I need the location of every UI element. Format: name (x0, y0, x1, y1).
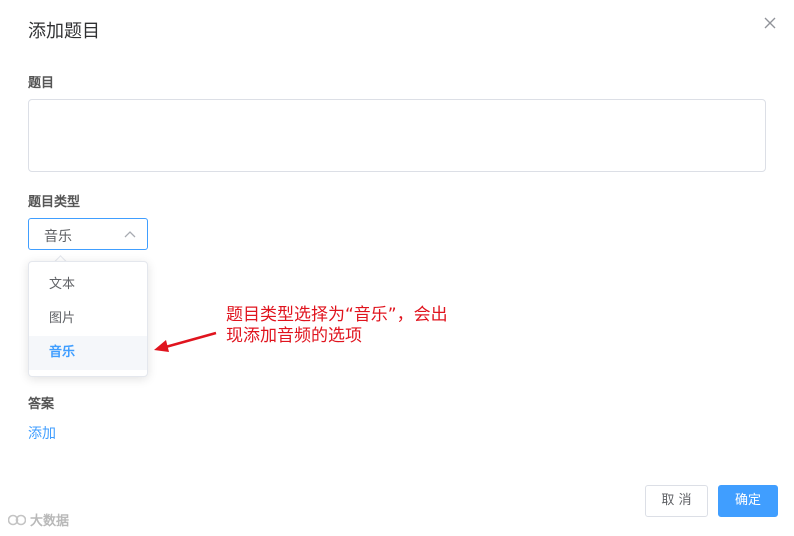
question-type-dropdown: 文本 图片 音乐 (28, 261, 148, 377)
question-input[interactable] (28, 99, 766, 172)
confirm-button[interactable]: 确定 (718, 485, 778, 517)
option-text[interactable]: 文本 (29, 268, 147, 302)
answer-label: 答案 (28, 397, 55, 412)
close-icon[interactable] (763, 16, 777, 30)
option-image[interactable]: 图片 (29, 302, 147, 336)
annotation-line-1: 题目类型选择为“音乐”，会出 (226, 305, 448, 325)
option-music[interactable]: 音乐 (29, 336, 147, 370)
question-type-label: 题目类型 (28, 195, 81, 210)
add-answer-link[interactable]: 添加 (28, 423, 56, 443)
question-type-select[interactable]: 音乐 (28, 218, 148, 250)
annotation-arrow-icon (154, 331, 217, 352)
dialog-title: 添加题目 (28, 21, 100, 42)
watermark-text: 大数据 (30, 514, 70, 529)
watermark-logo-icon (8, 514, 26, 526)
annotation-line-2: 现添加音频的选项 (226, 326, 362, 346)
annotation-callout: 题目类型选择为“音乐”，会出 现添加音频的选项 (226, 305, 448, 347)
chevron-up-icon (124, 231, 136, 238)
cancel-button[interactable]: 取 消 (645, 485, 708, 517)
question-type-value: 音乐 (44, 229, 72, 245)
question-label: 题目 (28, 76, 55, 91)
watermark: 大数据 (8, 510, 69, 529)
